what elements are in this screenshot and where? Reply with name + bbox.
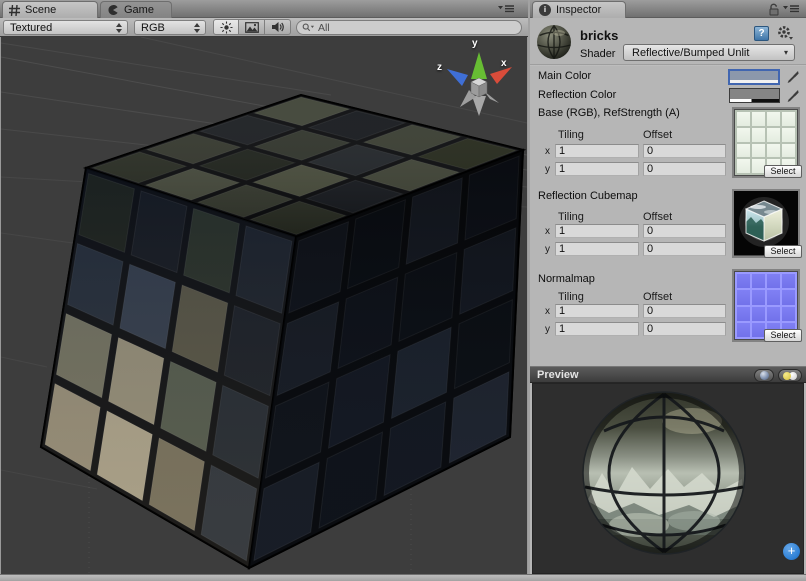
- material-preview-thumbnail: [536, 24, 572, 60]
- inspector-panel-menu-icon[interactable]: [783, 4, 799, 14]
- main-color-alpha-bar: [730, 80, 778, 83]
- add-preview-icon[interactable]: +: [783, 543, 800, 560]
- base-offset-y-field[interactable]: [643, 162, 726, 176]
- sun-icon: [220, 21, 233, 34]
- base-tiling-x-field[interactable]: [555, 144, 639, 158]
- inspector-panel: i Inspector: [530, 0, 806, 574]
- tab-inspector[interactable]: i Inspector: [532, 1, 626, 18]
- gear-icon[interactable]: [776, 25, 794, 41]
- offset-column-label: Offset: [643, 129, 672, 141]
- cubemap-tiling-y-field[interactable]: [555, 242, 639, 256]
- offset-column-label: Offset: [643, 291, 672, 303]
- render-mode-dropdown[interactable]: Textured: [3, 20, 128, 35]
- render-mode-value: Textured: [10, 22, 115, 34]
- main-color-swatch[interactable]: [728, 69, 780, 85]
- tiling-column-label: Tiling: [558, 129, 584, 141]
- gizmo-x-label[interactable]: x: [501, 58, 507, 69]
- scene-viewport[interactable]: y x z: [1, 37, 527, 574]
- y-row-label: y: [545, 164, 550, 175]
- preview-header: Preview: [530, 366, 806, 383]
- tab-scene-label: Scene: [25, 4, 56, 16]
- reflection-color-label: Reflection Color: [538, 89, 616, 101]
- shader-dropdown[interactable]: Reflective/Bumped Unlit ▾: [623, 44, 795, 61]
- tab-inspector-label: Inspector: [556, 4, 601, 16]
- base-texture-select-button[interactable]: Select: [764, 165, 802, 178]
- cubemap-select-button[interactable]: Select: [764, 245, 802, 258]
- normalmap-offset-y-field[interactable]: [643, 322, 726, 336]
- search-icon: [302, 22, 315, 33]
- x-row-label: x: [545, 226, 550, 237]
- chevron-down-icon: ▾: [784, 48, 788, 57]
- normalmap-offset-x-field[interactable]: [643, 304, 726, 318]
- preview-area[interactable]: +: [532, 383, 804, 574]
- cubemap-tiling-x-field[interactable]: [555, 224, 639, 238]
- light-on-icon: [783, 372, 791, 380]
- shader-label: Shader: [580, 48, 615, 60]
- scene-grid-icon: [9, 5, 20, 16]
- gizmo-z-label[interactable]: z: [437, 62, 442, 73]
- preview-title: Preview: [537, 369, 579, 381]
- y-row-label: y: [545, 244, 550, 255]
- header-separator: [530, 64, 806, 66]
- tiling-column-label: Tiling: [558, 211, 584, 223]
- unity-editor-window: Scene Game Textured: [0, 0, 806, 581]
- speaker-icon: [271, 21, 285, 33]
- tab-scene[interactable]: Scene: [2, 1, 98, 18]
- preview-mesh-button[interactable]: [754, 369, 774, 382]
- color-mode-dropdown[interactable]: RGB: [134, 20, 206, 35]
- cubemap-offset-y-field[interactable]: [643, 242, 726, 256]
- base-tiling-y-field[interactable]: [555, 162, 639, 176]
- color-mode-value: RGB: [141, 22, 193, 34]
- info-icon: i: [539, 4, 551, 16]
- offset-column-label: Offset: [643, 211, 672, 223]
- lighting-toggle-button[interactable]: [213, 19, 239, 35]
- normalmap-heading: Normalmap: [538, 273, 595, 285]
- base-offset-x-field[interactable]: [643, 144, 726, 158]
- normalmap-tiling-x-field[interactable]: [555, 304, 639, 318]
- skybox-fx-toggle-button[interactable]: [239, 19, 265, 35]
- x-row-label: x: [545, 306, 550, 317]
- base-texture-heading: Base (RGB), RefStrength (A): [538, 107, 680, 119]
- reflection-color-alpha-bar: [730, 99, 779, 102]
- main-color-label: Main Color: [538, 70, 591, 82]
- main-color-eyedropper-icon[interactable]: [786, 70, 800, 84]
- search-input[interactable]: [318, 22, 515, 34]
- image-icon: [245, 22, 259, 33]
- reflection-color-swatch[interactable]: [729, 88, 780, 103]
- inspector-tabbar: i Inspector: [530, 0, 806, 18]
- scene-panel-menu-icon[interactable]: [498, 4, 514, 14]
- normalmap-select-button[interactable]: Select: [764, 329, 802, 342]
- gizmo-y-label[interactable]: y: [472, 38, 478, 49]
- sphere-icon: [760, 371, 769, 380]
- cubemap-offset-x-field[interactable]: [643, 224, 726, 238]
- scene-panel: Scene Game Textured: [0, 0, 530, 574]
- x-row-label: x: [545, 146, 550, 157]
- game-icon: [107, 4, 119, 16]
- reflection-color-eyedropper-icon[interactable]: [786, 89, 800, 103]
- tab-game-label: Game: [124, 4, 154, 16]
- preview-sphere-canvas: [533, 384, 804, 574]
- help-icon[interactable]: ?: [754, 26, 769, 41]
- scene-toolbar: Textured RGB: [0, 18, 528, 37]
- material-name: bricks: [580, 28, 618, 43]
- stepper-arrows-icon: [193, 22, 201, 34]
- scene-view-toggles: [213, 19, 291, 35]
- scene-tabbar: Scene Game: [0, 0, 528, 18]
- cubemap-heading: Reflection Cubemap: [538, 190, 638, 202]
- scene-search-field[interactable]: [296, 20, 522, 35]
- scene-canvas: [1, 37, 527, 574]
- tab-game[interactable]: Game: [100, 1, 172, 18]
- audio-toggle-button[interactable]: [265, 19, 291, 35]
- stepper-arrows-icon: [115, 22, 123, 34]
- normalmap-tiling-y-field[interactable]: [555, 322, 639, 336]
- lock-icon[interactable]: [768, 3, 780, 19]
- preview-lighting-button[interactable]: [778, 369, 802, 382]
- y-row-label: y: [545, 324, 550, 335]
- tiling-column-label: Tiling: [558, 291, 584, 303]
- shader-value: Reflective/Bumped Unlit: [632, 47, 749, 59]
- window-bottom-strip: [0, 574, 806, 581]
